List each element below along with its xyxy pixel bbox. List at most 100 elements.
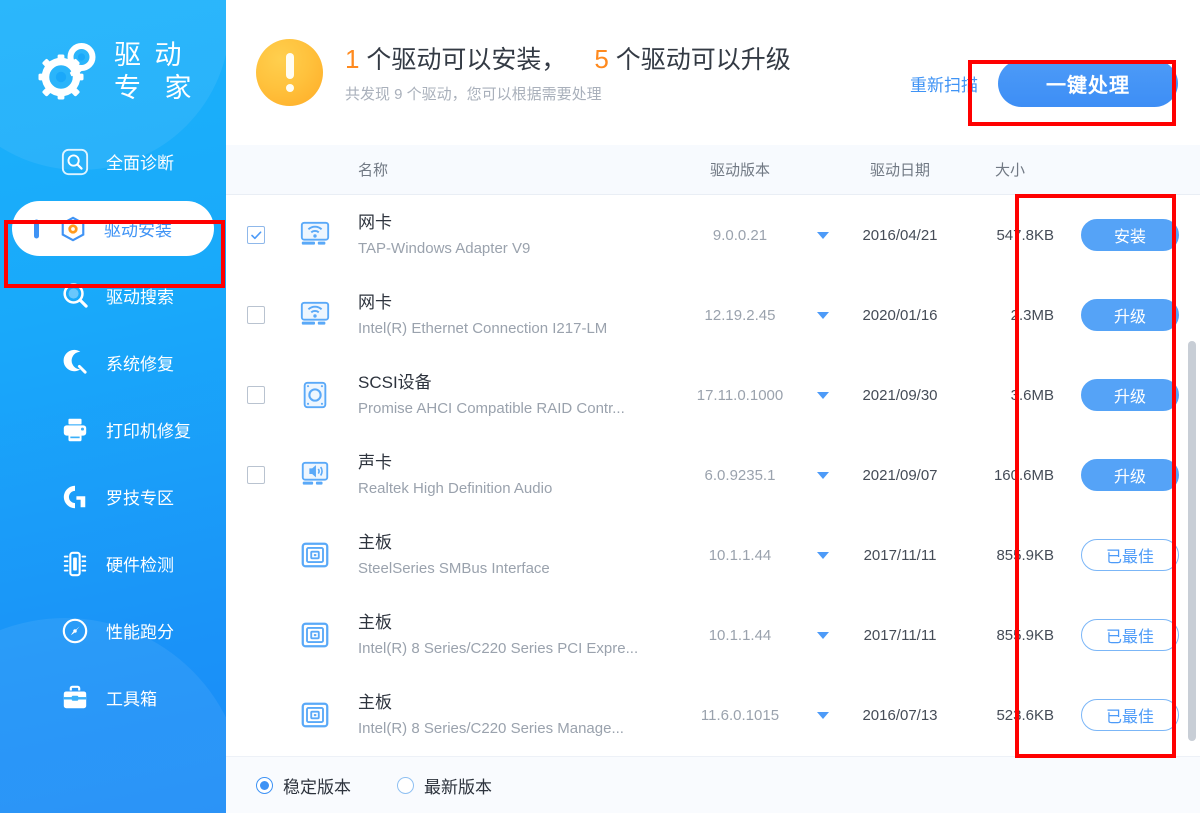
sidebar-item-full-diagnosis[interactable]: 全面诊断 <box>14 134 212 189</box>
driver-date: 2017/11/11 <box>863 546 937 564</box>
one-click-process-button[interactable]: 一键处理 <box>998 60 1178 107</box>
table-row[interactable]: 主板 Intel(R) 8 Series/C220 Series PCI Exp… <box>226 595 1200 675</box>
sidebar-item-performance-benchmark[interactable]: 性能跑分 <box>14 603 212 658</box>
table-row[interactable]: 声卡 Realtek High Definition Audio 6.0.923… <box>226 435 1200 515</box>
row-expand-cell[interactable] <box>806 311 840 319</box>
row-action-cell: 已最佳 <box>1060 619 1200 651</box>
chevron-down-icon[interactable] <box>817 551 829 559</box>
row-action-button[interactable]: 已最佳 <box>1081 619 1179 651</box>
warning-exclamation-icon <box>256 39 323 106</box>
chevron-down-icon[interactable] <box>817 471 829 479</box>
main-content: 成为会员 客服 <box>226 0 1200 813</box>
row-expand-cell[interactable] <box>806 391 840 399</box>
row-checkbox[interactable] <box>247 466 265 484</box>
sidebar-item-system-repair[interactable]: 系统修复 <box>14 335 212 390</box>
mainboard-icon <box>286 699 344 731</box>
rescan-link[interactable]: 重新扫描 <box>910 71 978 96</box>
chevron-down-icon[interactable] <box>817 711 829 719</box>
table-row[interactable]: SCSI设备 Promise AHCI Compatible RAID Cont… <box>226 355 1200 435</box>
network-card-icon <box>286 219 344 251</box>
wrench-moon-icon <box>60 348 90 378</box>
driver-size: 3.6MB <box>1010 386 1054 404</box>
row-expand-cell[interactable] <box>806 631 840 639</box>
sidebar-item-logitech-zone[interactable]: 罗技专区 <box>14 469 212 524</box>
row-expand-cell[interactable] <box>806 231 840 239</box>
table-row[interactable]: 网卡 TAP-Windows Adapter V9 9.0.0.21 2016/… <box>226 195 1200 275</box>
device-title: SCSI设备 <box>358 373 432 392</box>
driver-version: 10.1.1.44 <box>708 626 772 644</box>
row-checkbox[interactable] <box>247 386 265 404</box>
device-title: 主板 <box>358 613 392 632</box>
driver-version: 11.6.0.1015 <box>700 706 780 724</box>
driver-date: 2021/09/07 <box>862 466 938 484</box>
row-name-cell: SCSI设备 Promise AHCI Compatible RAID Cont… <box>344 372 674 418</box>
row-name-cell: 声卡 Realtek High Definition Audio <box>344 452 674 498</box>
sidebar-item-label: 驱动安装 <box>104 221 172 240</box>
driver-size: 547.8KB <box>996 226 1054 244</box>
chevron-down-icon[interactable] <box>817 311 829 319</box>
device-subtitle: Promise AHCI Compatible RAID Contr... <box>358 400 625 417</box>
row-action-button[interactable]: 升级 <box>1081 379 1179 411</box>
radio-latest-version[interactable]: 最新版本 <box>397 773 492 798</box>
row-action-cell: 已最佳 <box>1060 699 1200 731</box>
install-count: 1 <box>345 43 360 74</box>
network-card-icon <box>286 299 344 331</box>
device-subtitle: SteelSeries SMBus Interface <box>358 560 550 577</box>
row-expand-cell[interactable] <box>806 711 840 719</box>
brand: 驱 动 专 家 <box>0 0 226 122</box>
sidebar-item-driver-install[interactable]: 驱动安装 <box>12 201 214 256</box>
radio-stable-version[interactable]: 稳定版本 <box>256 773 351 798</box>
row-checkbox[interactable] <box>247 306 265 324</box>
device-subtitle: Intel(R) 8 Series/C220 Series PCI Expre.… <box>358 640 639 657</box>
row-name-cell: 主板 Intel(R) 8 Series/C220 Series Manage.… <box>344 692 674 738</box>
toolbox-icon <box>60 683 90 713</box>
row-checkbox[interactable] <box>247 226 265 244</box>
driver-size: 2.3MB <box>1010 306 1054 324</box>
radio-button[interactable] <box>397 776 414 794</box>
row-action-cell: 升级 <box>1060 379 1200 411</box>
upgrade-text: 个驱动可以升级 <box>615 45 791 74</box>
row-action-button[interactable]: 已最佳 <box>1081 539 1179 571</box>
brand-title: 驱 动 专 家 <box>114 39 200 105</box>
table-row[interactable]: 主板 Intel(R) 8 Series/C220 Series Manage.… <box>226 675 1200 755</box>
scrollbar-thumb[interactable] <box>1188 341 1196 741</box>
chevron-down-icon[interactable] <box>817 631 829 639</box>
row-action-button[interactable]: 升级 <box>1081 299 1179 331</box>
row-action-button[interactable]: 升级 <box>1081 459 1179 491</box>
hexagon-dot-icon <box>58 214 88 244</box>
sidebar-item-toolbox[interactable]: 工具箱 <box>14 670 212 725</box>
table-row[interactable]: 主板 SteelSeries SMBus Interface 10.1.1.44… <box>226 515 1200 595</box>
sidebar-item-printer-repair[interactable]: 打印机修复 <box>14 402 212 457</box>
install-text: 个驱动可以安装， <box>366 45 567 74</box>
sidebar-item-label: 全面诊断 <box>106 154 174 173</box>
chevron-down-icon[interactable] <box>817 391 829 399</box>
chip-icon <box>60 549 90 579</box>
device-title: 网卡 <box>358 213 392 232</box>
row-name-cell: 主板 Intel(R) 8 Series/C220 Series PCI Exp… <box>344 612 674 658</box>
sidebar-item-hardware-detect[interactable]: 硬件检测 <box>14 536 212 591</box>
row-action-button[interactable]: 已最佳 <box>1081 699 1179 731</box>
row-action-cell: 升级 <box>1060 299 1200 331</box>
sidebar-item-driver-search[interactable]: 驱动搜索 <box>14 268 212 323</box>
chevron-down-icon[interactable] <box>817 231 829 239</box>
row-expand-cell[interactable] <box>806 471 840 479</box>
device-subtitle: Intel(R) 8 Series/C220 Series Manage... <box>358 720 624 737</box>
row-action-button[interactable]: 安装 <box>1081 219 1179 251</box>
vertical-scrollbar[interactable] <box>1188 341 1196 756</box>
upgrade-count: 5 <box>594 43 609 74</box>
device-title: 主板 <box>358 693 392 712</box>
column-header-size: 大小 <box>994 162 1025 179</box>
summary-headline: 1 个驱动可以安装， 5 个驱动可以升级 <box>345 42 791 77</box>
table-row[interactable]: 网卡 Intel(R) Ethernet Connection I217-LM … <box>226 275 1200 355</box>
row-expand-cell[interactable] <box>806 551 840 559</box>
summary-header: 1 个驱动可以安装， 5 个驱动可以升级 共发现 9 个驱动，您可以根据需要处理… <box>226 0 1200 145</box>
driver-date: 2020/01/16 <box>862 306 938 324</box>
brand-title-line2: 专 家 <box>114 73 200 103</box>
row-name-cell: 主板 SteelSeries SMBus Interface <box>344 532 674 578</box>
device-subtitle: Realtek High Definition Audio <box>358 480 553 497</box>
radio-button-selected[interactable] <box>256 776 273 794</box>
gears-logo-icon <box>38 41 104 103</box>
sidebar-item-label: 工具箱 <box>106 690 157 709</box>
device-title: 声卡 <box>358 453 392 472</box>
sound-card-icon <box>286 459 344 491</box>
